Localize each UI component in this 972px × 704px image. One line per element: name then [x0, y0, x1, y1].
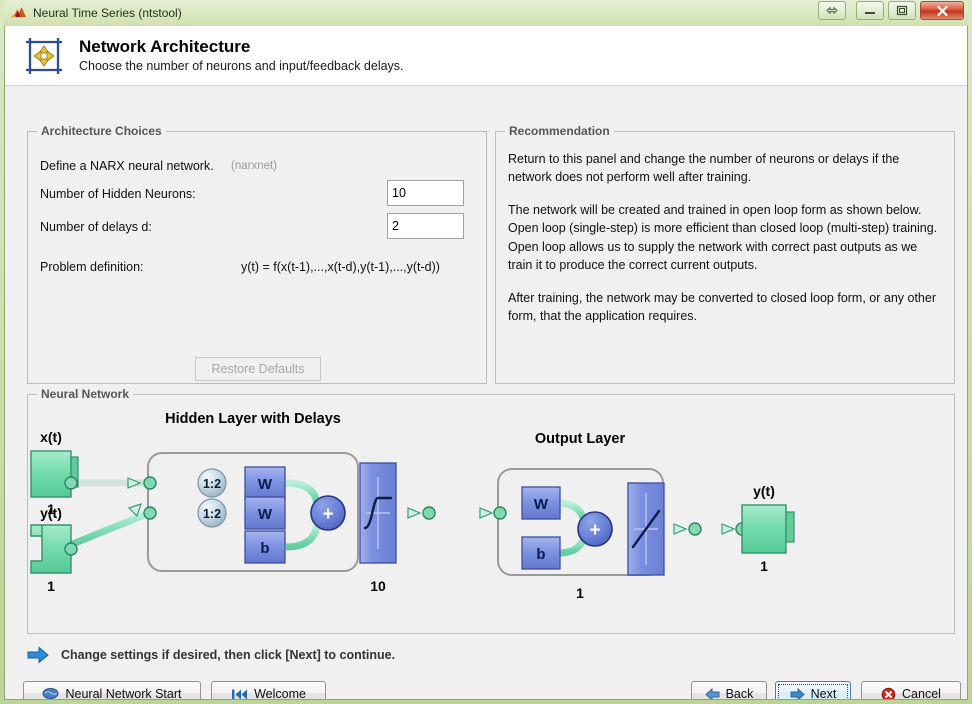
hidden-transfer-function-block	[359, 462, 397, 564]
svg-text:b: b	[260, 540, 269, 557]
minimize-icon	[865, 11, 875, 14]
page-header: Network Architecture Choose the number o…	[5, 26, 967, 86]
next-button[interactable]: Next	[775, 681, 851, 700]
recommendation-text: Return to this panel and change the numb…	[508, 150, 944, 325]
svg-text:W: W	[258, 506, 273, 523]
input-x-block	[30, 450, 79, 498]
brain-icon	[42, 688, 59, 699]
architecture-choices-panel: Architecture Choices Define a NARX neura…	[27, 124, 487, 384]
arrow-left-icon	[704, 687, 720, 699]
resize-arrows-icon	[826, 6, 838, 15]
back-label: Back	[725, 687, 754, 700]
output-y-label: y(t)	[753, 483, 775, 499]
problem-definition-label: Problem definition:	[40, 260, 144, 274]
neural-network-panel: Neural Network x(t) 1 y(t) 1 Hidden Laye…	[27, 387, 955, 634]
output-neuron-count: 1	[576, 585, 584, 601]
svg-text:1:2: 1:2	[203, 507, 221, 521]
svg-text:W: W	[534, 496, 549, 513]
button-bar: Neural Network Start Welcome Back Next C…	[5, 681, 967, 700]
page-subtitle: Choose the number of neurons and input/f…	[79, 59, 404, 74]
hidden-neuron-count: 10	[370, 578, 386, 594]
close-icon	[936, 5, 948, 16]
network-diagram: x(t) 1 y(t) 1 Hidden Layer with Delays 1…	[30, 411, 795, 601]
svg-text:b: b	[536, 546, 545, 563]
hidden-weight-block-1: W	[244, 466, 286, 500]
page-title: Network Architecture	[79, 36, 251, 56]
delays-input[interactable]: 2	[387, 213, 464, 239]
arrow-right-icon	[790, 687, 805, 699]
window-title: Neural Time Series (ntstool)	[33, 6, 182, 20]
svg-text:+: +	[589, 520, 600, 541]
output-sum-node: +	[577, 511, 613, 547]
footer-hint-text: Change settings if desired, then click […	[61, 648, 396, 662]
title-bar-buttons	[818, 1, 964, 20]
hidden-weight-block-2: W	[244, 496, 286, 530]
output-transfer-function-block	[627, 482, 665, 576]
input-y-block	[30, 524, 78, 574]
svg-text:+: +	[322, 504, 333, 525]
title-bar: Neural Time Series (ntstool)	[4, 0, 968, 26]
output-y-block	[741, 504, 795, 554]
recommendation-paragraph: Return to this panel and change the numb…	[508, 152, 900, 185]
matlab-membrane-icon	[11, 6, 26, 17]
next-label: Next	[810, 687, 837, 700]
recommendation-paragraph: After training, the network may be conve…	[508, 290, 936, 323]
blue-right-arrow-icon	[27, 646, 49, 664]
maximize-button[interactable]	[888, 1, 916, 20]
hidden-layer-title: Hidden Layer with Delays	[165, 411, 341, 427]
restore-defaults-button[interactable]: Restore Defaults	[195, 357, 321, 381]
hidden-sum-node: +	[310, 495, 346, 531]
hidden-neurons-label: Number of Hidden Neurons:	[40, 187, 196, 201]
architecture-choices-title: Architecture Choices	[37, 124, 166, 138]
welcome-label: Welcome	[254, 687, 306, 700]
input-y-count: 1	[47, 578, 55, 594]
hidden-delay-2: 1:2	[197, 498, 227, 528]
input-y-label: y(t)	[40, 505, 62, 521]
close-button[interactable]	[920, 1, 964, 20]
hidden-bias-block: b	[244, 530, 286, 564]
resize-arrows-button[interactable]	[818, 1, 846, 20]
neural-network-start-label: Neural Network Start	[65, 687, 182, 700]
svg-text:1:2: 1:2	[203, 477, 221, 491]
output-bias-block: b	[521, 536, 561, 570]
output-y-count: 1	[760, 558, 768, 574]
skip-back-icon	[232, 689, 248, 699]
maximize-icon	[896, 5, 908, 16]
delays-label: Number of delays d:	[40, 220, 152, 234]
cancel-x-icon	[881, 687, 896, 699]
network-architecture-icon	[26, 37, 62, 74]
minimize-button[interactable]	[856, 1, 884, 20]
footer-hint: Change settings if desired, then click […	[27, 646, 395, 664]
neural-network-start-button[interactable]: Neural Network Start	[23, 681, 201, 700]
cancel-button[interactable]: Cancel	[861, 681, 961, 700]
narxnet-hint: (narxnet)	[231, 160, 278, 172]
welcome-button[interactable]: Welcome	[211, 681, 326, 700]
input-x-label: x(t)	[40, 429, 62, 445]
hidden-neurons-input[interactable]: 10	[387, 180, 464, 206]
recommendation-paragraph: The network will be created and trained …	[508, 203, 938, 272]
recommendation-title: Recommendation	[505, 124, 614, 138]
recommendation-panel: Recommendation Return to this panel and …	[495, 124, 955, 384]
svg-text:W: W	[258, 476, 273, 493]
application-window: Neural Time Series (ntstool) Network Arc…	[0, 0, 972, 704]
cancel-label: Cancel	[902, 687, 941, 700]
back-button[interactable]: Back	[691, 681, 767, 700]
define-narx-label: Define a NARX neural network.	[40, 159, 214, 173]
client-area: Network Architecture Choose the number o…	[4, 26, 968, 700]
output-weight-block: W	[521, 486, 561, 520]
hidden-delay-1: 1:2	[197, 468, 227, 498]
output-layer-title: Output Layer	[535, 431, 626, 447]
problem-definition-formula: y(t) = f(x(t-1),...,x(t-d),y(t-1),...,y(…	[241, 260, 440, 274]
